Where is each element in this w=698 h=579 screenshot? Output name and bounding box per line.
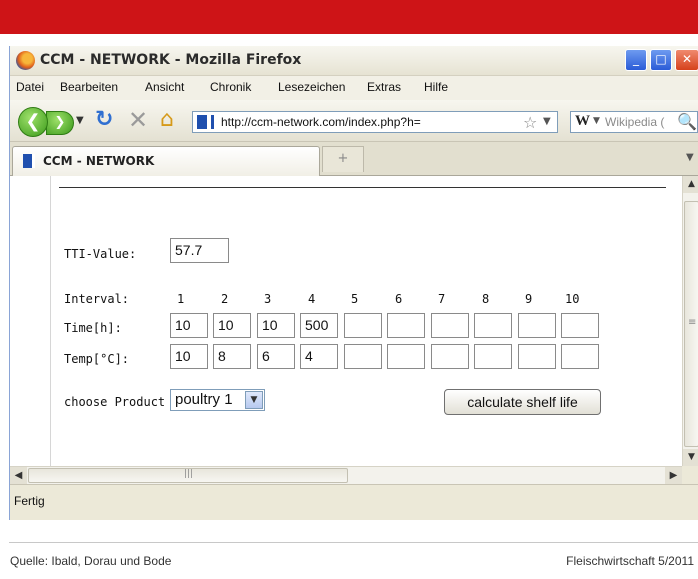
menu-item-extras[interactable]: Extras	[367, 80, 401, 94]
new-tab-button[interactable]: +	[322, 146, 364, 172]
time-label: Time[h]:	[64, 321, 122, 335]
interval-number: 8	[482, 292, 490, 306]
bookmark-star-icon[interactable]: ☆	[523, 113, 537, 132]
temp-field-6[interactable]	[387, 344, 425, 369]
chevron-down-icon[interactable]: ▼	[245, 391, 263, 409]
tti-label: TTI-Value:	[64, 247, 137, 261]
interval-number: 7	[438, 292, 446, 306]
product-label: choose Product	[64, 395, 166, 409]
tab-strip: CCM - NETWORK + ▼	[10, 142, 698, 176]
scroll-right-icon[interactable]: ▶	[665, 467, 682, 484]
interval-label: Interval:	[64, 292, 130, 306]
time-field-4[interactable]: 500	[300, 313, 338, 338]
temp-field-1[interactable]: 10	[170, 344, 208, 369]
temp-field-9[interactable]	[518, 344, 556, 369]
address-bar[interactable]: http://ccm-network.com/index.php?h= ☆ ▼	[192, 111, 558, 133]
tab-ccm-network[interactable]: CCM - NETWORK	[12, 146, 320, 176]
tti-value-field[interactable]: 57.7	[170, 238, 229, 263]
grip-icon: ≡	[688, 317, 697, 328]
url-dropdown-icon[interactable]: ▼	[543, 116, 551, 127]
search-input[interactable]: Wikipedia (	[605, 115, 664, 129]
menu-item-lesezeichen[interactable]: Lesezeichen	[278, 80, 345, 94]
menu-item-ansicht[interactable]: Ansicht	[145, 80, 184, 94]
menu-item-hilfe[interactable]: Hilfe	[424, 80, 448, 94]
time-field-2[interactable]: 10	[213, 313, 251, 338]
url-text[interactable]: http://ccm-network.com/index.php?h=	[221, 115, 421, 129]
vertical-scroll-thumb[interactable]: ≡	[684, 201, 698, 447]
caption-divider	[9, 542, 698, 543]
publication-caption: Fleischwirtschaft 5/2011	[566, 554, 694, 568]
minimize-button[interactable]: _	[625, 49, 647, 71]
interval-number: 9	[525, 292, 533, 306]
window-title: CCM - NETWORK - Mozilla Firefox	[40, 52, 302, 68]
time-field-10[interactable]	[561, 313, 599, 338]
vertical-scrollbar[interactable]: ▲ ≡ ▼	[682, 176, 698, 466]
temp-field-5[interactable]	[344, 344, 382, 369]
temp-field-8[interactable]	[474, 344, 512, 369]
interval-number: 5	[351, 292, 359, 306]
title-bar: CCM - NETWORK - Mozilla Firefox _ □ ✕	[10, 46, 698, 76]
temp-field-4[interactable]: 4	[300, 344, 338, 369]
interval-number: 10	[565, 292, 580, 306]
navigation-toolbar: ❯ ❮ ▼ ↻ ✕ ⌂ http://ccm-network.com/index…	[10, 100, 698, 142]
horizontal-scrollbar[interactable]: ◀ ||| ▶	[10, 466, 682, 484]
time-field-5[interactable]	[344, 313, 382, 338]
tab-label: CCM - NETWORK	[43, 154, 155, 168]
temp-field-2[interactable]: 8	[213, 344, 251, 369]
menu-item-datei[interactable]: Datei	[16, 80, 44, 94]
menu-bar: Datei Bearbeiten Ansicht Chronik Lesezei…	[10, 76, 698, 100]
temp-field-10[interactable]	[561, 344, 599, 369]
product-select[interactable]: poultry 1 ▼	[170, 389, 265, 411]
menu-item-bearbeiten[interactable]: Bearbeiten	[60, 80, 118, 94]
source-caption: Quelle: Ibald, Dorau und Bode	[10, 554, 172, 568]
grip-icon: |||	[184, 469, 194, 479]
status-text: Fertig	[14, 494, 45, 508]
page-border	[50, 176, 51, 466]
back-button[interactable]: ❮	[18, 107, 48, 137]
tab-list-icon[interactable]: ▼	[686, 152, 694, 163]
close-button[interactable]: ✕	[675, 49, 698, 71]
scroll-down-icon[interactable]: ▼	[683, 449, 698, 466]
search-bar[interactable]: W ▼ Wikipedia ( 🔍	[570, 111, 698, 133]
scroll-up-icon[interactable]: ▲	[683, 176, 698, 193]
forward-button[interactable]: ❯	[46, 111, 74, 135]
horizontal-scroll-thumb[interactable]: |||	[28, 468, 348, 483]
interval-number: 3	[264, 292, 272, 306]
scroll-left-icon[interactable]: ◀	[10, 467, 27, 484]
status-bar: Fertig	[10, 484, 698, 520]
maximize-button[interactable]: □	[650, 49, 672, 71]
menu-item-chronik[interactable]: Chronik	[210, 80, 251, 94]
tab-favicon-icon	[23, 154, 35, 168]
interval-number: 6	[395, 292, 403, 306]
header-red-bar	[0, 0, 698, 34]
time-field-7[interactable]	[431, 313, 469, 338]
time-field-9[interactable]	[518, 313, 556, 338]
interval-number: 2	[221, 292, 229, 306]
temp-label: Temp[°C]:	[64, 352, 130, 366]
temp-field-7[interactable]	[431, 344, 469, 369]
temp-field-3[interactable]: 6	[257, 344, 295, 369]
time-field-6[interactable]	[387, 313, 425, 338]
search-icon[interactable]: 🔍	[677, 112, 697, 131]
content-divider	[59, 187, 666, 188]
interval-number: 4	[308, 292, 316, 306]
search-engine-dropdown-icon[interactable]: ▼	[593, 116, 600, 126]
reload-icon[interactable]: ↻	[95, 107, 113, 132]
history-dropdown-icon[interactable]: ▼	[76, 115, 84, 126]
browser-window: CCM - NETWORK - Mozilla Firefox _ □ ✕ Da…	[9, 46, 698, 520]
scrollbar-corner	[682, 466, 698, 484]
product-select-value: poultry 1	[175, 391, 233, 408]
time-field-1[interactable]: 10	[170, 313, 208, 338]
interval-number: 1	[177, 292, 185, 306]
time-field-8[interactable]	[474, 313, 512, 338]
page-content: TTI-Value: 57.7 Interval: Time[h]: Temp[…	[10, 176, 682, 466]
stop-icon[interactable]: ✕	[128, 106, 148, 134]
calculate-shelf-life-button[interactable]: calculate shelf life	[444, 389, 601, 415]
firefox-icon	[16, 51, 35, 70]
home-icon[interactable]: ⌂	[160, 107, 174, 132]
site-favicon-icon	[197, 115, 211, 129]
wikipedia-icon[interactable]: W	[575, 113, 590, 130]
time-field-3[interactable]: 10	[257, 313, 295, 338]
